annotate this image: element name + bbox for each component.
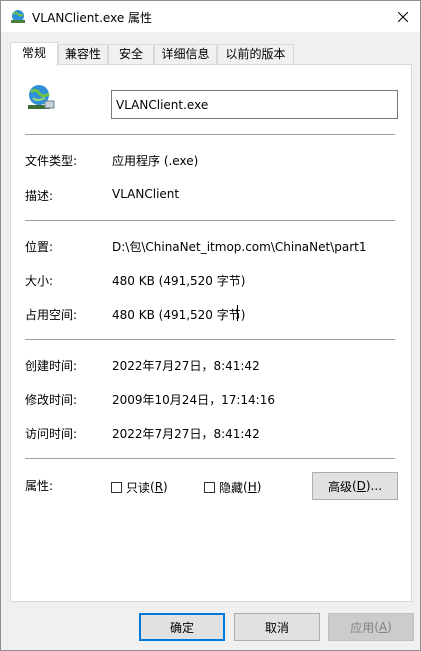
text-cursor (237, 305, 238, 321)
created-label: 创建时间: (25, 359, 78, 373)
window-title: VLANClient.exe 属性 (32, 11, 153, 25)
title-bar[interactable]: VLANClient.exe 属性 (1, 1, 420, 32)
divider (25, 339, 395, 340)
file-type-label: 文件类型: (25, 154, 78, 168)
network-globe-icon (11, 10, 25, 23)
created-value: 2022年7月27日，8:41:42 (112, 359, 260, 373)
divider (25, 134, 395, 135)
readonly-checkbox[interactable]: 只读(R) (111, 480, 168, 495)
network-globe-icon (28, 85, 55, 109)
cancel-button[interactable]: 取消 (234, 613, 320, 641)
ok-button[interactable]: 确定 (139, 613, 225, 641)
apply-access-key: A (378, 620, 388, 634)
apply-button: 应用(A) (328, 613, 414, 641)
file-name-field[interactable] (111, 90, 398, 119)
modified-label: 修改时间: (25, 393, 78, 407)
divider (25, 458, 395, 459)
advanced-label: 高级 (327, 479, 352, 494)
readonly-access-key: R (154, 480, 164, 494)
tab-security[interactable]: 安全 (108, 44, 154, 64)
close-icon (398, 11, 408, 22)
attributes-label: 属性: (25, 479, 54, 493)
divider (25, 220, 395, 221)
file-type-value: 应用程序 (.exe) (112, 154, 199, 168)
ok-label: 确定 (169, 620, 194, 635)
description-label: 描述: (25, 189, 54, 203)
hidden-checkbox-box[interactable] (204, 481, 215, 493)
cancel-label: 取消 (264, 620, 289, 635)
tab-details[interactable]: 详细信息 (154, 44, 217, 64)
properties-window: VLANClient.exe 属性 常规 兼容性 安全 详细信息 以前的版本 文… (0, 0, 421, 651)
hidden-access-key: H (247, 480, 257, 494)
tab-compatibility[interactable]: 兼容性 (58, 44, 108, 64)
readonly-checkbox-box[interactable] (111, 481, 122, 493)
location-value: D:\包\ChinaNet_itmop.com\ChinaNet\part1 (112, 240, 367, 254)
size-label: 大小: (25, 274, 54, 288)
advanced-button[interactable]: 高级(D)... (312, 472, 398, 500)
advanced-access-key: D (356, 479, 366, 493)
description-value: VLANClient (112, 187, 180, 201)
accessed-value: 2022年7月27日，8:41:42 (112, 427, 260, 441)
apply-label: 应用 (350, 620, 375, 635)
accessed-label: 访问时间: (25, 427, 78, 441)
location-label: 位置: (25, 240, 54, 254)
general-tab-panel (10, 64, 412, 602)
modified-value: 2009年10月24日，17:14:16 (112, 393, 275, 407)
tab-previous-versions[interactable]: 以前的版本 (217, 44, 294, 64)
readonly-label: 只读 (126, 480, 151, 495)
size-value: 480 KB (491,520 字节) (112, 274, 246, 288)
tab-general[interactable]: 常规 (10, 42, 58, 66)
close-button[interactable] (386, 1, 420, 32)
hidden-label: 隐藏 (219, 480, 244, 495)
advanced-ellipsis: ... (370, 479, 383, 493)
hidden-checkbox[interactable]: 隐藏(H) (204, 480, 261, 495)
size-on-disk-label: 占用空间: (25, 308, 78, 322)
size-on-disk-value: 480 KB (491,520 字节) (112, 308, 246, 322)
